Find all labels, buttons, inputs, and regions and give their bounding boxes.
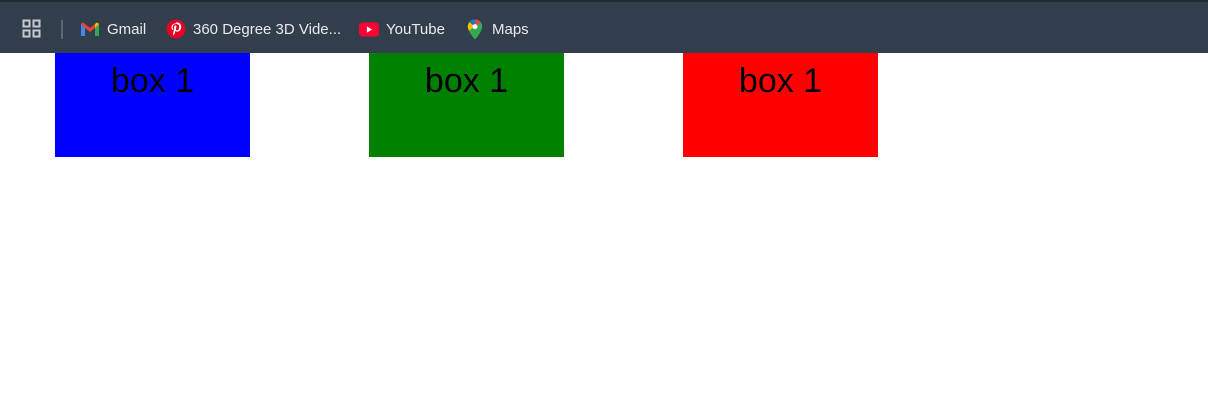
box-red: box 1 — [683, 53, 878, 157]
box-green: box 1 — [369, 53, 564, 157]
box-label: box 1 — [738, 62, 823, 100]
box-label: box 1 — [424, 62, 509, 100]
bookmark-maps[interactable]: Maps — [465, 16, 529, 42]
apps-grid-icon[interactable] — [22, 19, 42, 39]
gmail-icon — [80, 19, 100, 39]
bookmark-label: Maps — [492, 20, 529, 38]
bookmark-label: 360 Degree 3D Vide... — [193, 20, 342, 38]
bookmarks-divider — [61, 20, 63, 39]
youtube-icon — [359, 19, 379, 39]
pinterest-icon — [166, 19, 186, 39]
box-label: box 1 — [110, 62, 195, 100]
bookmarks-bar: Gmail 360 Degree 3D Vide... YouTube Maps — [0, 0, 1208, 53]
bookmark-label: YouTube — [386, 20, 445, 38]
maps-pin-icon — [465, 19, 485, 39]
box-blue: box 1 — [55, 53, 250, 157]
bookmark-label: Gmail — [107, 20, 147, 38]
bookmark-youtube[interactable]: YouTube — [359, 16, 445, 42]
bookmark-360-degree-3d-video[interactable]: 360 Degree 3D Vide... — [166, 16, 341, 42]
bookmark-gmail[interactable]: Gmail — [80, 16, 146, 42]
